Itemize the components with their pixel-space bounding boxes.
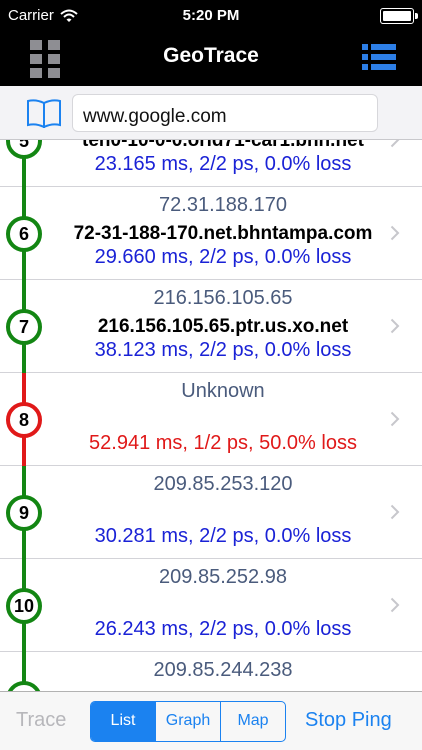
hop-stats: 23.165 ms, 2/2 ps, 0.0% loss	[94, 153, 352, 175]
hop-ip: 209.85.253.120	[153, 473, 293, 495]
tab-graph[interactable]: Graph	[155, 702, 220, 741]
hop-hostname: ten0-10-0-0.orld71-car1.bhn.net	[82, 140, 364, 151]
chevron-right-icon	[390, 225, 400, 241]
hop-row[interactable]: 8 Unknown 52.941 ms, 1/2 ps, 50.0% loss	[0, 373, 422, 466]
battery-icon	[380, 8, 418, 24]
hop-number-badge: 6	[6, 216, 42, 252]
hop-number-badge: 9	[6, 495, 42, 531]
chevron-right-icon	[390, 411, 400, 427]
hop-row[interactable]: 11 209.85.244.238	[0, 652, 422, 691]
chevron-right-icon	[390, 504, 400, 520]
hop-number-badge: 10	[6, 588, 42, 624]
hop-ip: 209.85.252.98	[159, 566, 287, 588]
tab-map[interactable]: Map	[220, 702, 285, 741]
hop-number-badge: 7	[6, 309, 42, 345]
hop-hostname: 216.156.105.65.ptr.us.xo.net	[97, 316, 349, 337]
chevron-right-icon	[390, 318, 400, 334]
hop-row[interactable]: 6 72.31.188.170 72-31-188-170.net.bhntampa…	[0, 187, 422, 280]
list-view-icon[interactable]	[362, 44, 396, 70]
hop-number-badge: 5	[6, 140, 42, 159]
hop-stats: 29.660 ms, 2/2 ps, 0.0% loss	[94, 246, 352, 268]
chevron-right-icon	[390, 140, 400, 148]
hop-row[interactable]: 5 ten0-10-0-0.orld71-car1.bhn.net 23.165 m…	[0, 140, 422, 187]
bottom-toolbar: Trace List Graph Map Stop Ping	[0, 691, 422, 750]
chevron-right-icon	[390, 597, 400, 613]
hop-ip: 209.85.244.238	[153, 659, 293, 681]
stop-ping-button[interactable]: Stop Ping	[305, 709, 392, 732]
url-input[interactable]	[72, 94, 378, 132]
hop-row[interactable]: 10 209.85.252.98 26.243 ms, 2/2 ps, 0.0% l…	[0, 559, 422, 652]
status-bar: Carrier 5:20 PM	[0, 0, 422, 32]
trace-button[interactable]: Trace	[16, 709, 66, 732]
search-bar	[0, 86, 422, 140]
bookmarks-icon[interactable]	[26, 98, 62, 128]
hop-hostname: 72-31-188-170.net.bhntampa.com	[73, 223, 373, 244]
hop-number-badge: 8	[6, 402, 42, 438]
hop-number-badge: 11	[6, 681, 42, 691]
page-title: GeoTrace	[163, 44, 259, 67]
hop-ip: Unknown	[181, 380, 265, 402]
hop-row[interactable]: 9 209.85.253.120 30.281 ms, 2/2 ps, 0.0% l…	[0, 466, 422, 559]
hop-stats: 30.281 ms, 2/2 ps, 0.0% loss	[94, 525, 352, 547]
hop-ip: 216.156.105.65	[153, 287, 293, 309]
hop-stats: 38.123 ms, 2/2 ps, 0.0% loss	[94, 339, 352, 361]
tab-list[interactable]: List	[91, 702, 155, 741]
view-segmented-control[interactable]: List Graph Map	[90, 701, 286, 742]
hop-row[interactable]: 7 216.156.105.65 216.156.105.65.ptr.us.xo.…	[0, 280, 422, 373]
status-time: 5:20 PM	[182, 7, 240, 24]
hop-ip: 72.31.188.170	[159, 194, 287, 216]
hop-stats: 26.243 ms, 2/2 ps, 0.0% loss	[94, 618, 352, 640]
top-bar: Carrier 5:20 PM GeoTrace	[0, 0, 422, 86]
hop-stats: 52.941 ms, 1/2 ps, 50.0% loss	[89, 432, 357, 454]
hop-list[interactable]: 5 ten0-10-0-0.orld71-car1.bhn.net 23.165 m…	[0, 140, 422, 691]
